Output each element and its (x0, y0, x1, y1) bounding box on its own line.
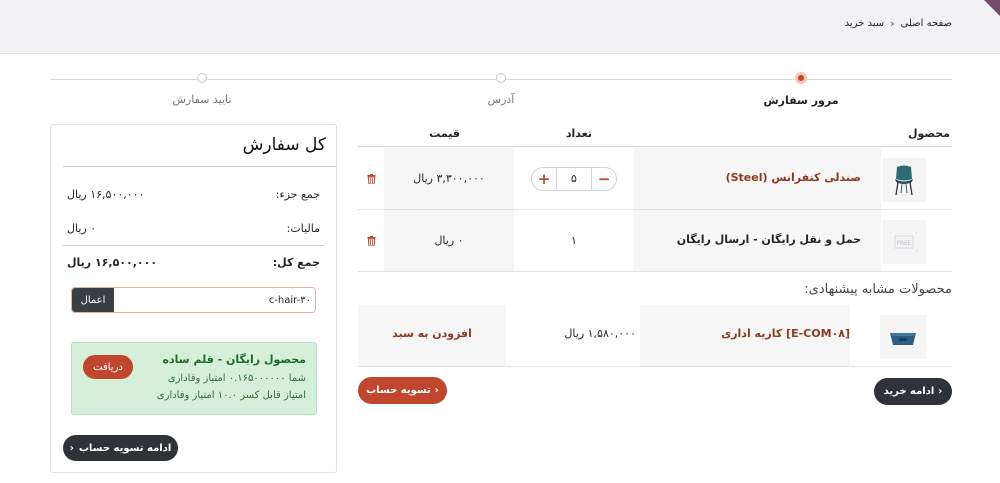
chair-icon[interactable] (882, 158, 926, 202)
divider (63, 166, 336, 167)
subtotal-row: جمع جزء: ۱۶,۵۰۰,۰۰۰ ریال (63, 177, 324, 211)
suggested-product-link[interactable]: [E-COM۰۸] کازیه اداری (721, 327, 850, 340)
step-review: مرور سفارش (711, 72, 891, 107)
subtotal-value: ۱۶,۵۰۰,۰۰۰ ریال (67, 187, 145, 201)
header-product: محصول (907, 127, 950, 140)
continue-shopping-label: ادامه خرید (883, 386, 935, 397)
checkout-button[interactable]: ‹ تسویه حساب (358, 377, 447, 404)
cart-header: محصول تعداد قیمت (358, 124, 952, 147)
checkout-label: تسویه حساب (366, 385, 431, 396)
header-price: قیمت (429, 127, 460, 140)
add-to-cart-link[interactable]: افزودن به سبد (358, 327, 506, 340)
quantity-value: ۱ (571, 234, 577, 247)
breadcrumb: صفحه اصلی ‹ سبد خرید (845, 17, 952, 30)
tray-icon[interactable] (880, 315, 926, 359)
step-dot (496, 73, 506, 83)
chevron-left-icon: ‹ (938, 386, 943, 397)
tax-label: مالیات: (286, 221, 320, 235)
svg-text:FREE: FREE (896, 240, 911, 247)
brand-corner[interactable] (984, 0, 1000, 16)
step-dot (197, 73, 207, 83)
quantity-value[interactable]: ۵ (556, 167, 592, 190)
summary-title: کل سفارش (242, 135, 326, 155)
continue-checkout-button[interactable]: ادامه تسویه حساب ‹ (63, 435, 178, 461)
shipping-icon[interactable]: FREE (882, 220, 926, 264)
header-quantity: تعداد (565, 127, 592, 140)
chevron-left-icon: ‹ (890, 17, 895, 30)
continue-checkout-label: ادامه تسویه حساب (78, 442, 172, 454)
suggested-price: ۱,۵۸۰,۰۰۰ ریال (564, 327, 636, 340)
reward-deductible: امتیاز قابل کسر ۱۰.۰ امتیاز وفاداری (156, 390, 306, 401)
price-cell: ۳,۳۰۰,۰۰۰ ریال (384, 148, 514, 209)
step-label: آدرس (487, 93, 515, 106)
suggested-item: [E-COM۰۸] کازیه اداری ۱,۵۸۰,۰۰۰ ریال افز… (358, 305, 952, 367)
quantity-cell: + ۵ − (514, 148, 634, 209)
table-row: صندلی کنفرانس (Steel) + ۵ − ۳,۳۰۰,۰۰۰ ری… (358, 148, 952, 210)
minus-icon[interactable]: − (592, 168, 616, 190)
step-address: آدرس (411, 73, 591, 106)
subtotal-label: جمع جزء: (275, 187, 320, 201)
breadcrumb-current: سبد خرید (844, 18, 885, 29)
trash-icon[interactable] (358, 148, 384, 209)
chevron-left-icon: ‹ (434, 385, 439, 396)
quantity-stepper[interactable]: + ۵ − (531, 166, 617, 191)
price-cell: ۰ ریال (384, 210, 514, 271)
step-label: تایید سفارش (172, 93, 232, 106)
reward-points: شما ۰.۱۶۵۰۰۰۰۰۰ امتیاز وفاداری (167, 373, 306, 384)
step-active-dot (795, 72, 807, 84)
product-name-link[interactable]: صندلی کنفرانس (Steel) (726, 171, 861, 184)
apply-promo-button[interactable]: اعمال (72, 288, 114, 312)
breadcrumb-home[interactable]: صفحه اصلی (901, 18, 952, 29)
chevron-left-icon: ‹ (69, 442, 74, 454)
promo-code-input[interactable] (114, 288, 315, 312)
claim-reward-button[interactable]: دریافت (83, 355, 133, 379)
table-row: FREE حمل و نقل رایگان - ارسال رایگان ۱ ۰… (358, 210, 952, 272)
reward-title: محصول رایگان - قلم ساده (162, 353, 306, 366)
promo-code-group: اعمال (71, 287, 316, 313)
total-row: جمع کل: ۱۶,۵۰۰,۰۰۰ ریال (63, 245, 324, 279)
suggested-title: محصولات مشابه پیشنهادی: (804, 282, 952, 297)
tax-value: ۰ ریال (67, 221, 97, 235)
reward-box: محصول رایگان - قلم ساده شما ۰.۱۶۵۰۰۰۰۰۰ … (71, 342, 317, 415)
product-name: حمل و نقل رایگان - ارسال رایگان (676, 233, 861, 246)
step-confirm: تایید سفارش (112, 73, 292, 106)
plus-icon[interactable]: + (532, 168, 556, 190)
step-label: مرور سفارش (763, 94, 839, 107)
continue-shopping-button[interactable]: ‹ ادامه خرید (874, 378, 952, 405)
order-summary: کل سفارش جمع جزء: ۱۶,۵۰۰,۰۰۰ ریال مالیات… (50, 124, 337, 473)
top-bar: صفحه اصلی ‹ سبد خرید (0, 0, 1000, 54)
tax-row: مالیات: ۰ ریال (63, 211, 324, 245)
trash-icon[interactable] (358, 210, 384, 271)
total-value: ۱۶,۵۰۰,۰۰۰ ریال (67, 256, 158, 269)
total-label: جمع کل: (272, 256, 320, 269)
